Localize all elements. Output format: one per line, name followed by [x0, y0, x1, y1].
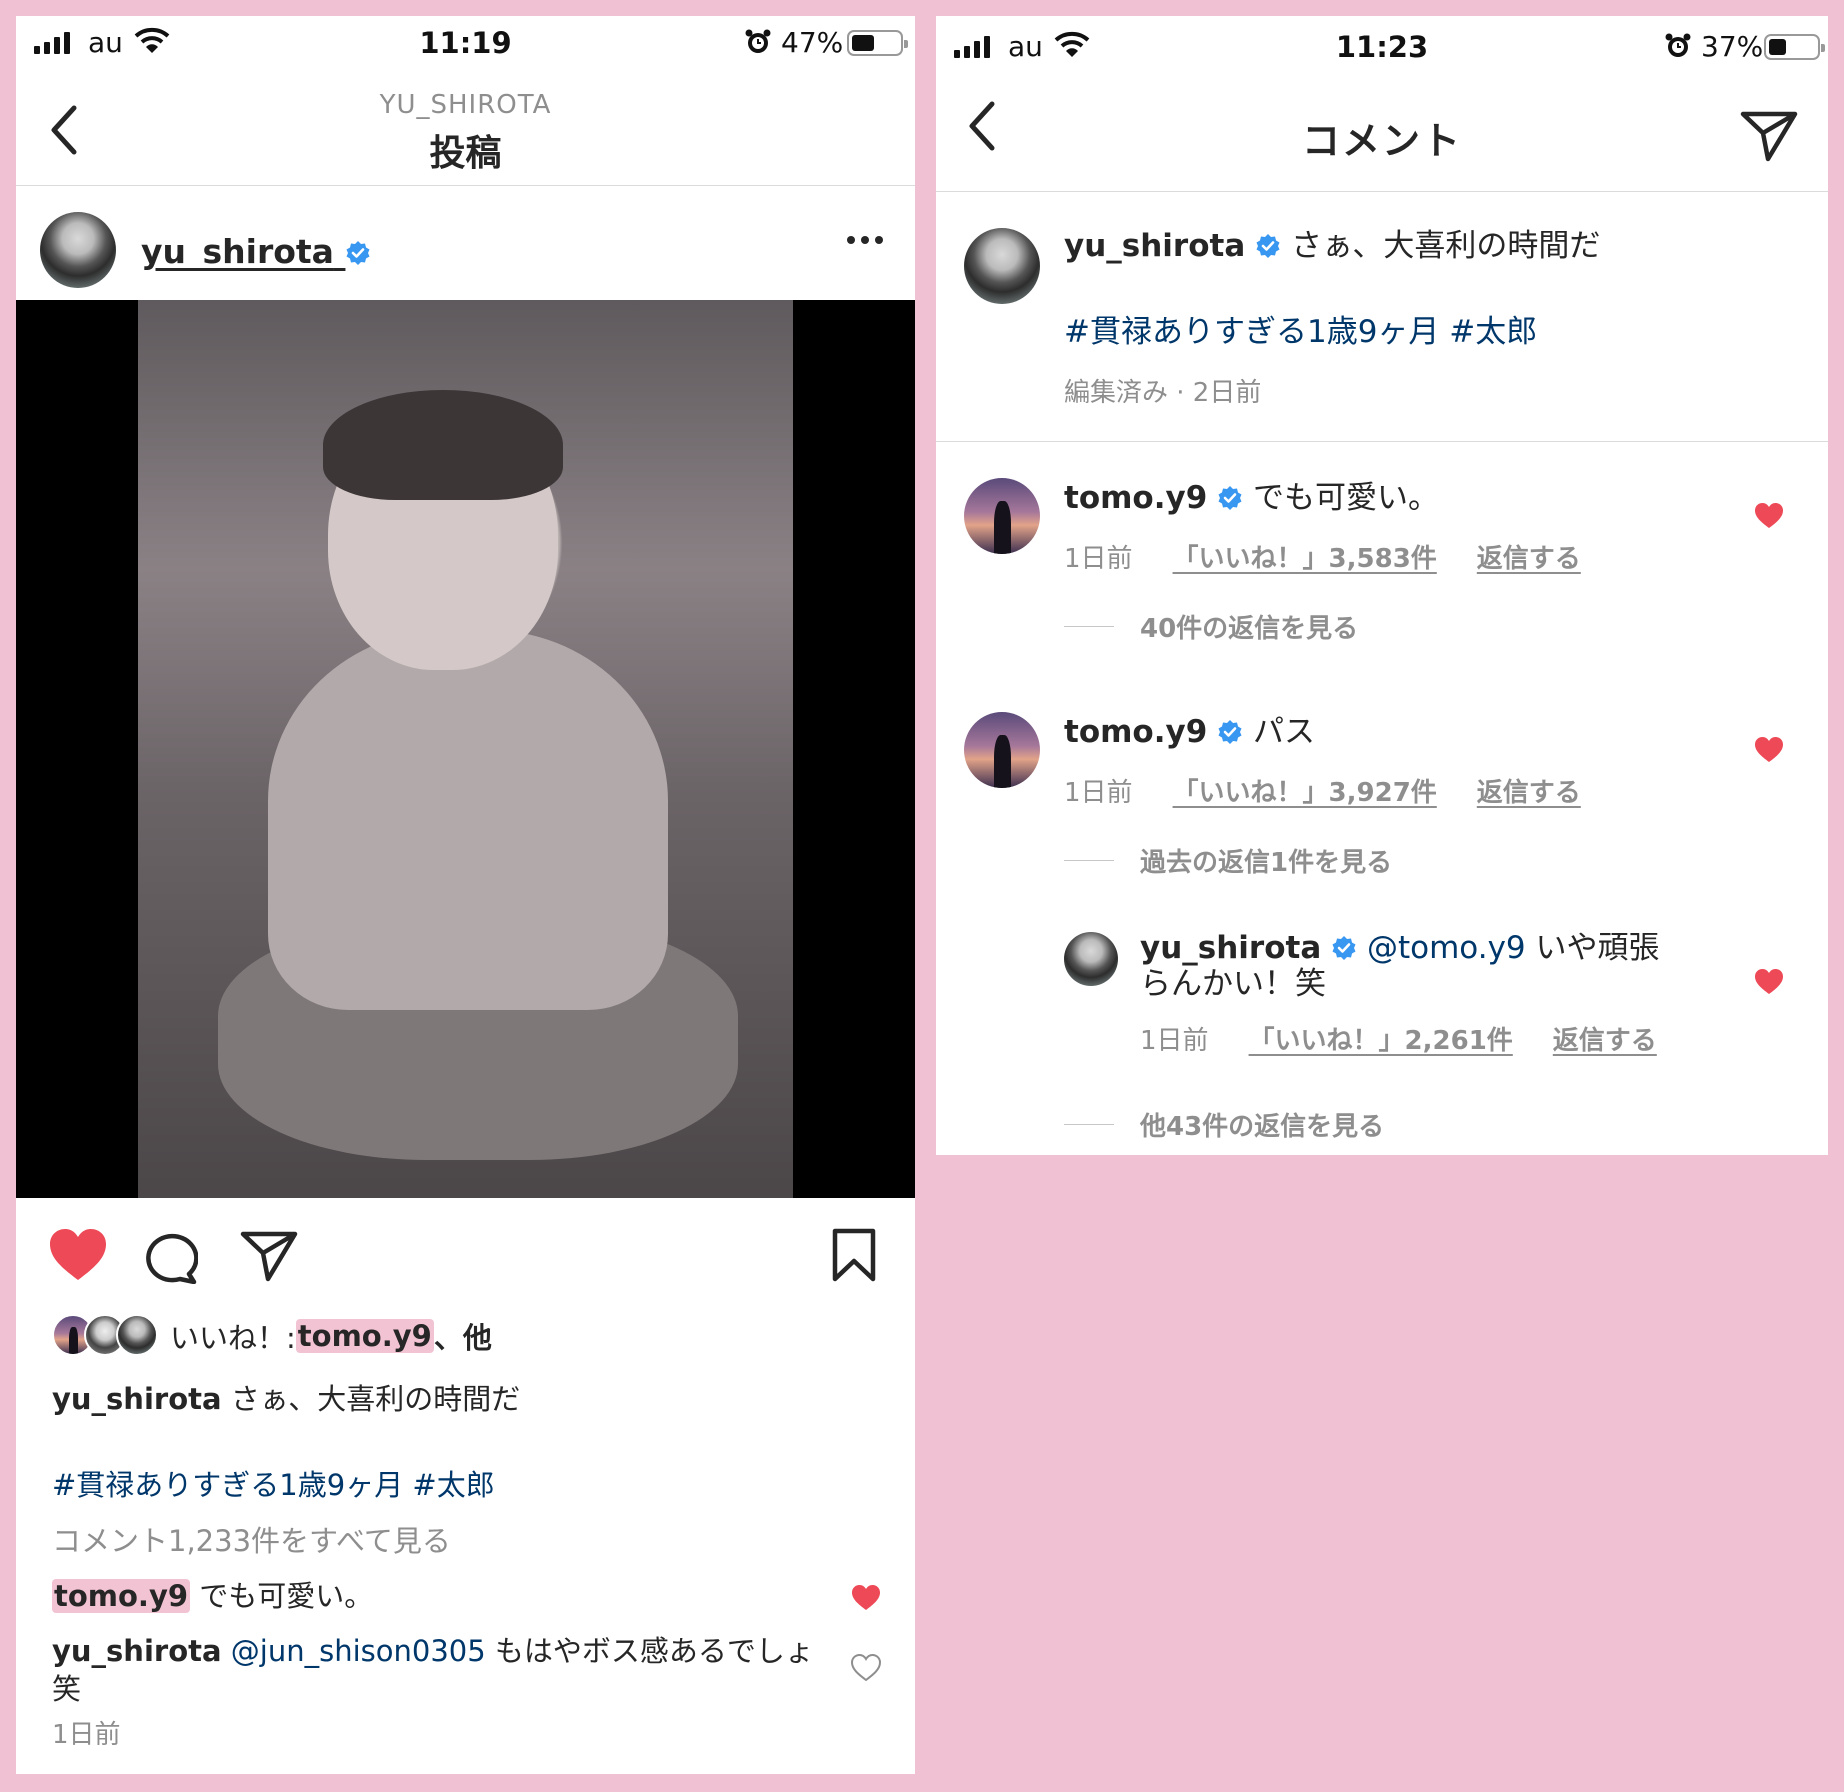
comments-screen: au 11:23 37% コメント yu_shirota さぁ、大喜利の時間だ … — [936, 16, 1828, 1155]
comment-row: tomo.y9 でも可愛い。 — [52, 1577, 373, 1615]
comment-mention[interactable]: @jun_shison0305 — [222, 1634, 486, 1668]
caption-username[interactable]: yu_shirota — [1064, 228, 1245, 264]
nav-bar: YU_SHIROTA 投稿 — [16, 72, 915, 186]
caption-line: yu_shirota さぁ、大喜利の時間だ — [1064, 228, 1600, 264]
reply-row: yu_shirota @tomo.y9 いや頑張らんかい！笑 1日前 「いいね！… — [936, 926, 1828, 1076]
comment-likes-link[interactable]: 「いいね！」3,927件 — [1173, 772, 1437, 809]
reply-button[interactable]: 返信する — [1477, 538, 1581, 575]
comment-line: tomo.y9 パス — [1064, 714, 1315, 750]
comment-row: tomo.y9 でも可愛い。 1日前 「いいね！」3,583件 返信する — [936, 462, 1828, 575]
page-title: コメント — [1301, 119, 1462, 163]
likes-summary[interactable]: いいね！: tomo.y9 、他 — [52, 1312, 492, 1360]
comment-row: yu_shirota @jun_shison0305 もはやボス感あるでしょ笑 — [52, 1632, 842, 1708]
heart-icon[interactable] — [1754, 736, 1784, 764]
verified-icon — [346, 241, 370, 265]
view-all-comments-link[interactable]: コメント1,233件をすべて見る — [52, 1522, 451, 1560]
verified-icon — [1218, 720, 1242, 744]
heart-icon[interactable] — [851, 1584, 881, 1612]
post-screen: au 11:19 47% YU_SHIROTA 投稿 yu_shirota いい… — [16, 16, 915, 1774]
post-caption: yu_shirota さぁ、大喜利の時間だ — [52, 1380, 520, 1418]
verified-icon — [1218, 486, 1242, 510]
comment-meta: 1日前 「いいね！」3,927件 返信する — [1064, 772, 1581, 809]
likes-user-link[interactable]: tomo.y9 — [295, 1319, 434, 1353]
comment-likes-link[interactable]: 「いいね！」3,583件 — [1173, 538, 1437, 575]
avatar[interactable] — [40, 212, 116, 288]
heart-outline-icon[interactable] — [851, 1654, 881, 1682]
battery-percentage: 37% — [1701, 30, 1764, 63]
caption-text: さぁ、大喜利の時間だ — [221, 1382, 521, 1416]
caption-meta: 編集済み · 2日前 — [1064, 378, 1262, 408]
reply-time: 1日前 — [1140, 1026, 1209, 1056]
post-photo[interactable] — [16, 300, 915, 1198]
view-replies-link[interactable]: 過去の返信1件を見る — [1064, 842, 1392, 879]
reply-line: yu_shirota @tomo.y9 いや頑張らんかい！笑 — [1140, 930, 1680, 1002]
comment-text: パス — [1253, 714, 1315, 750]
comment-time: 1日前 — [1064, 778, 1133, 808]
comment-line: tomo.y9 でも可愛い。 — [1064, 480, 1439, 516]
view-replies-link[interactable]: 他43件の返信を見る — [1064, 1106, 1384, 1143]
comment-text: でも可愛い。 — [190, 1579, 374, 1613]
username-link[interactable]: yu_shirota — [141, 232, 334, 271]
comment-username[interactable]: tomo.y9 — [52, 1579, 191, 1613]
comment-row: tomo.y9 パス 1日前 「いいね！」3,927件 返信する — [936, 696, 1828, 809]
comment-username[interactable]: yu_shirota — [52, 1634, 222, 1668]
status-bar: au 11:23 37% — [936, 16, 1828, 72]
clock: 11:23 — [1335, 30, 1429, 64]
comment-meta: 1日前 「いいね！」3,583件 返信する — [1064, 538, 1581, 575]
post-timestamp: 1日前 — [52, 1720, 121, 1750]
avatar[interactable] — [964, 478, 1040, 554]
avatar[interactable] — [964, 712, 1040, 788]
alarm-icon — [1665, 33, 1691, 57]
reply-mention[interactable]: @tomo.y9 — [1367, 930, 1526, 966]
heart-icon[interactable] — [1754, 502, 1784, 530]
reply-button[interactable]: 返信する — [1553, 1020, 1657, 1057]
caption-hashtags[interactable]: #貫禄ありすぎる1歳9ヶ月 #太郎 — [52, 1466, 495, 1504]
send-icon[interactable] — [240, 1230, 298, 1282]
alarm-icon — [745, 29, 771, 53]
nav-bar: コメント — [936, 72, 1828, 192]
caption-text: さぁ、大喜利の時間だ — [1290, 228, 1601, 264]
likes-suffix[interactable]: 、他 — [434, 1315, 492, 1357]
comment-username[interactable]: tomo.y9 — [1064, 714, 1207, 750]
post-username[interactable]: yu_shirota — [141, 232, 371, 271]
caption-block: yu_shirota さぁ、大喜利の時間だ #貫禄ありすぎる1歳9ヶ月 #太郎 … — [936, 192, 1828, 442]
action-bar — [16, 1216, 915, 1296]
reply-username[interactable]: yu_shirota — [1140, 930, 1321, 966]
page-title: 投稿 — [429, 133, 502, 174]
reply-meta: 1日前 「いいね！」2,261件 返信する — [1140, 1020, 1657, 1057]
battery-icon — [847, 30, 908, 56]
caption-username[interactable]: yu_shirota — [52, 1382, 222, 1416]
photo-image — [138, 300, 793, 1198]
post-header: yu_shirota — [16, 186, 915, 314]
heart-icon[interactable] — [1754, 968, 1784, 996]
battery-icon — [1764, 34, 1825, 60]
verified-icon — [1256, 234, 1280, 258]
more-icon[interactable] — [847, 236, 883, 244]
bookmark-icon[interactable] — [831, 1228, 877, 1282]
status-bar: au 11:19 47% — [16, 16, 915, 72]
battery-percentage: 47% — [781, 26, 844, 59]
liker-avatars — [52, 1314, 160, 1358]
avatar — [116, 1314, 158, 1356]
likes-label: いいね！: — [170, 1321, 296, 1355]
verified-icon — [1332, 936, 1356, 960]
send-icon[interactable] — [1740, 110, 1798, 162]
view-replies-link[interactable]: 40件の返信を見る — [1064, 608, 1358, 645]
reply-likes-link[interactable]: 「いいね！」2,261件 — [1249, 1020, 1513, 1057]
caption-hashtags[interactable]: #貫禄ありすぎる1歳9ヶ月 #太郎 — [1064, 314, 1537, 350]
heart-icon[interactable] — [48, 1228, 108, 1282]
nav-subtitle: YU_SHIROTA — [379, 90, 552, 120]
avatar[interactable] — [964, 228, 1040, 304]
comment-time: 1日前 — [1064, 544, 1133, 574]
comment-text: でも可愛い。 — [1253, 480, 1439, 516]
comment-icon[interactable] — [142, 1230, 198, 1284]
reply-button[interactable]: 返信する — [1477, 772, 1581, 809]
comment-username[interactable]: tomo.y9 — [1064, 480, 1207, 516]
avatar[interactable] — [1064, 932, 1118, 986]
